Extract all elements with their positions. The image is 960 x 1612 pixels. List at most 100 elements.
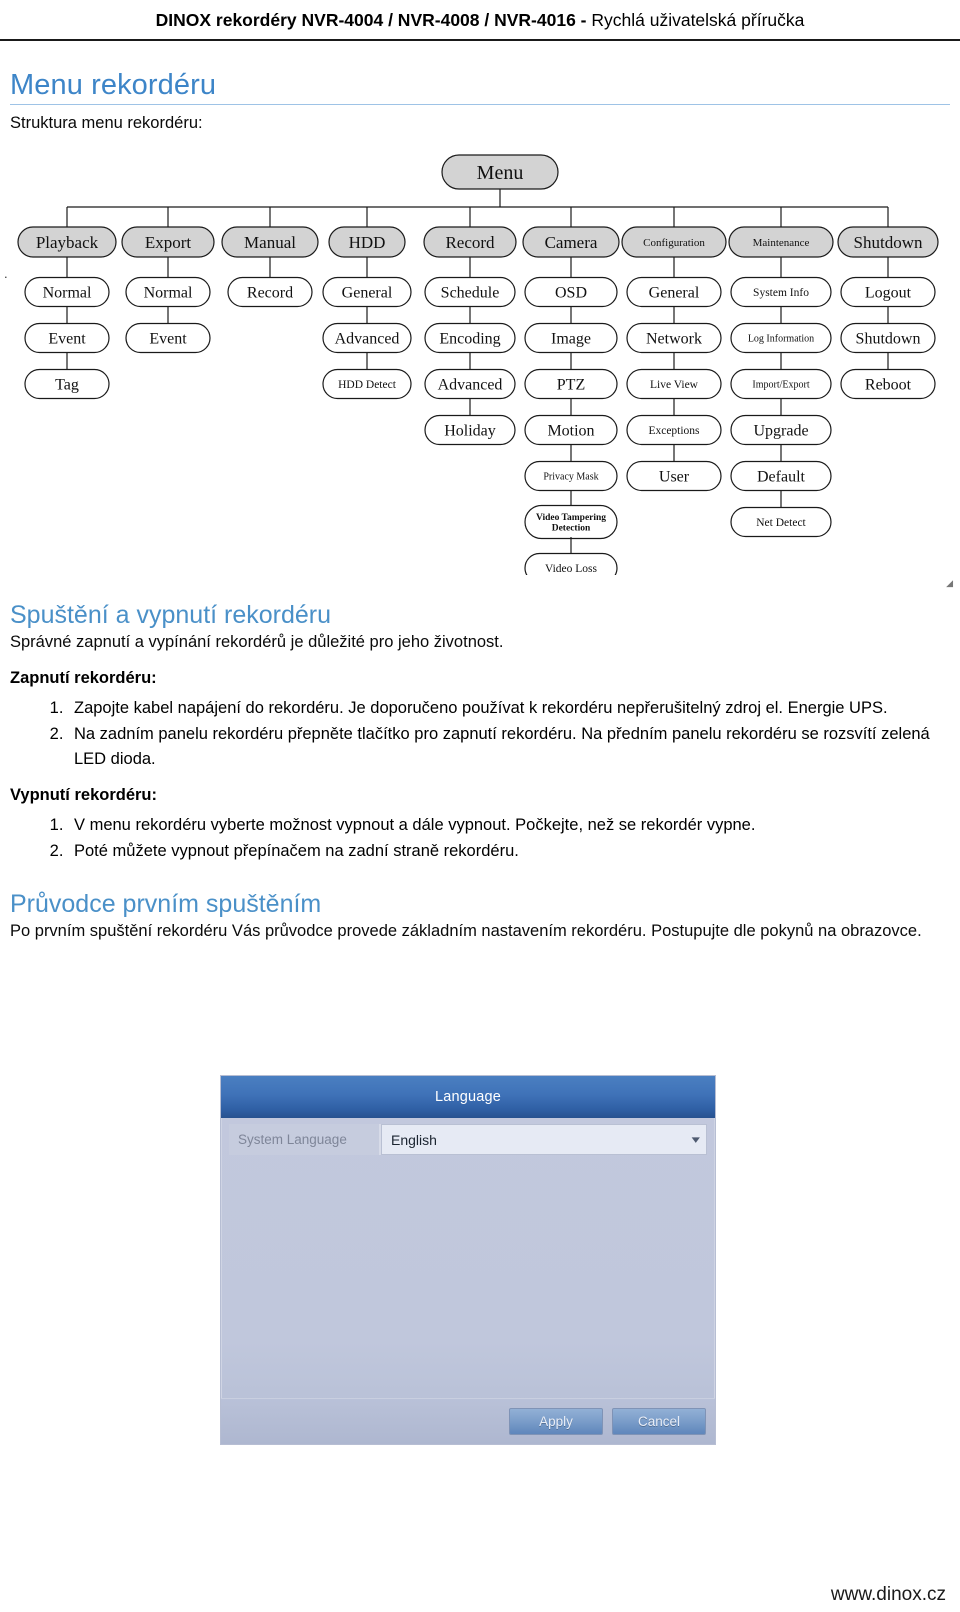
system-language-select[interactable]: English ▾ [381, 1124, 707, 1155]
tree-node: General [322, 277, 412, 308]
tree-node-label: User [659, 469, 690, 486]
tree-node-label: Reboot [865, 377, 912, 394]
tree-node-label: Shutdown [854, 233, 923, 252]
tree-node: Schedule [424, 277, 516, 308]
tree-node-label: Advanced [438, 377, 503, 394]
tree-node-label: Logout [865, 285, 912, 302]
tree-node: Advanced [322, 323, 412, 354]
subheading-power-off: Vypnutí rekordéru: [10, 786, 157, 805]
tree-node-label: Configuration [643, 237, 705, 249]
tree-node: Exceptions [626, 415, 722, 446]
tree-node: Video Loss [524, 553, 618, 576]
tree-node-label: System Info [753, 287, 809, 299]
tree-node-label: Maintenance [753, 237, 810, 249]
cancel-button[interactable]: Cancel [612, 1408, 706, 1435]
tree-node-label: Menu [477, 162, 524, 184]
tree-node-label: Encoding [439, 331, 500, 348]
tree-node: Menu [441, 154, 559, 191]
stray-artifact-left: . [4, 266, 8, 281]
tree-node: System Info [730, 277, 832, 308]
tree-node: Configuration [621, 226, 727, 259]
header-title-bold: DINOX rekordéry NVR-4004 / NVR-4008 / NV… [155, 10, 587, 30]
tree-node-label: Tag [55, 377, 79, 394]
tree-node: Encoding [424, 323, 516, 354]
tree-node-label: General [649, 285, 700, 302]
tree-node-label: Net Detect [756, 517, 806, 529]
tree-node-label: General [342, 285, 393, 302]
tree-node-label: Live View [650, 379, 699, 391]
tree-node-label: Holiday [444, 423, 496, 440]
language-dialog-screenshot: Language System Language English ▾ Apply… [220, 1075, 716, 1445]
tree-node: Default [730, 461, 832, 492]
tree-node-label: Camera [545, 233, 598, 252]
tree-node-label: HDD [349, 233, 386, 252]
power-on-step-list: Zapojte kabel napájení do rekordéru. Je … [10, 696, 950, 772]
tree-node-label: Log Information [748, 334, 814, 345]
tree-node: Upgrade [730, 415, 832, 446]
power-off-step-1: V menu rekordéru vyberte možnost vypnout… [68, 813, 950, 838]
tree-node-label: Event [149, 331, 187, 348]
power-intro-text: Správné zapnutí a vypínání rekordérů je … [10, 633, 504, 652]
power-off-step-2: Poté můžete vypnout přepínačem na zadní … [68, 839, 950, 864]
wizard-text: Po prvním spuštění rekordéru Vás průvodc… [10, 922, 922, 941]
tree-node: Logout [840, 277, 936, 308]
tree-node: User [626, 461, 722, 492]
tree-node: Event [125, 323, 211, 354]
tree-node: Export [121, 226, 215, 259]
tree-node-label: Normal [144, 285, 193, 302]
tree-node-label: Advanced [335, 331, 400, 348]
tree-node: Privacy Mask [524, 461, 618, 492]
tree-node: Normal [24, 277, 110, 308]
document-header: DINOX rekordéry NVR-4004 / NVR-4008 / NV… [0, 0, 960, 35]
tree-node: Reboot [840, 369, 936, 400]
tree-node: PTZ [524, 369, 618, 400]
tree-node: Motion [524, 415, 618, 446]
tree-node-label: Manual [244, 233, 296, 252]
tree-node: Holiday [424, 415, 516, 446]
header-title-line: DINOX rekordéry NVR-4004 / NVR-4008 / NV… [0, 10, 960, 31]
tree-node-label: Image [551, 331, 591, 348]
apply-button[interactable]: Apply [509, 1408, 603, 1435]
tree-node-label: Motion [547, 423, 594, 440]
stray-artifact-right: ◢ [946, 578, 953, 588]
tree-node: HDD [328, 226, 406, 259]
tree-node-label: Event [48, 331, 86, 348]
tree-node: Record [227, 277, 313, 308]
tree-node-label: Video Tampering [536, 513, 606, 523]
tree-node: Shutdown [837, 226, 939, 259]
header-title-regular: Rychlá uživatelská příručka [586, 10, 805, 30]
tree-node: HDD Detect [322, 369, 412, 400]
tree-node: Shutdown [840, 323, 936, 354]
tree-node-label: Schedule [441, 285, 500, 302]
tree-node-label: PTZ [557, 377, 585, 394]
menu-structure-diagram: Menu Playback Normal Event Tag Export Normal Ev… [10, 145, 950, 576]
tree-node: Record [423, 226, 517, 259]
dialog-title-bar: Language [221, 1076, 715, 1118]
tree-node-label: OSD [555, 285, 587, 302]
section-title-power: Spuštění a vypnutí rekordéru [10, 601, 332, 630]
tree-node: Video TamperingDetection [524, 505, 618, 540]
tree-node-label: Export [145, 233, 192, 252]
tree-node: Manual [221, 226, 319, 259]
tree-node: Import/Export [730, 369, 832, 400]
section-title-wizard: Průvodce prvním spuštěním [10, 890, 322, 919]
tree-node: Camera [522, 226, 620, 259]
power-off-step-list: V menu rekordéru vyberte možnost vypnout… [10, 813, 950, 864]
system-language-row: System Language English ▾ [229, 1124, 707, 1155]
dialog-title-text: Language [434, 1089, 502, 1105]
tree-node-label: Detection [552, 524, 591, 534]
subheading-power-on: Zapnutí rekordéru: [10, 668, 157, 687]
system-language-label: System Language [229, 1124, 381, 1155]
tree-node: Maintenance [728, 226, 834, 259]
tree-node-label: Network [646, 331, 702, 348]
tree-node: Live View [626, 369, 722, 400]
menu-intro-text: Struktura menu rekordéru: [10, 114, 203, 132]
chevron-down-icon: ▾ [692, 1134, 701, 1146]
power-on-step-2: Na zadním panelu rekordéru přepněte tlač… [68, 722, 950, 772]
tree-node-label: Exceptions [648, 425, 700, 437]
tree-node: Tag [24, 369, 110, 400]
tree-node-label: Record [247, 285, 293, 302]
dialog-footer: Apply Cancel [221, 1398, 715, 1444]
page-title-underline [10, 104, 950, 105]
tree-node: Net Detect [730, 507, 832, 538]
